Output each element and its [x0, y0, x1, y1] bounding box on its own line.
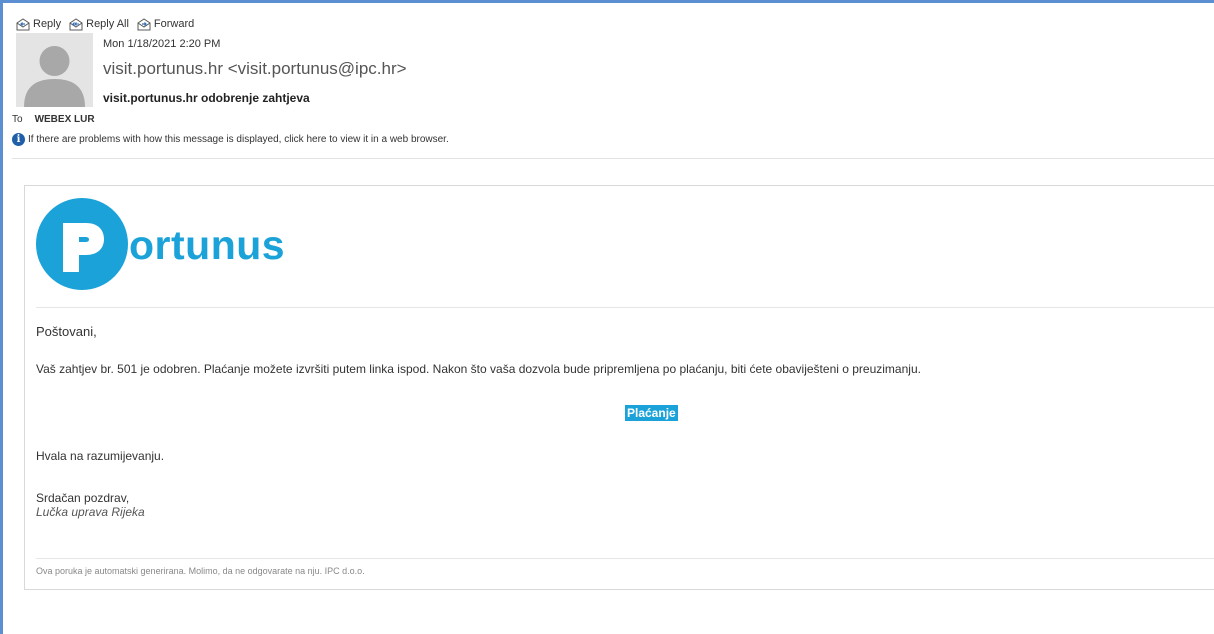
message-actions: Reply Reply All Forward — [16, 16, 202, 32]
footer-divider — [36, 558, 1214, 559]
window-frame-top — [0, 0, 1214, 3]
auto-generated-notice: Ova poruka je automatski generirana. Mol… — [36, 566, 365, 576]
portunus-p-logo-icon — [36, 198, 128, 290]
info-icon: i — [12, 133, 25, 146]
logo-text: ortunus — [129, 221, 286, 268]
forward-label: Forward — [153, 18, 195, 30]
reply-all-button[interactable]: Reply All — [69, 17, 129, 31]
forward-button[interactable]: Forward — [137, 17, 195, 31]
reply-label: Reply — [33, 18, 62, 30]
email-body-card: ortunus Poštovani, Vaš zahtjev br. 501 j… — [24, 185, 1214, 590]
display-problem-infobar[interactable]: i If there are problems with how this me… — [12, 133, 449, 146]
reply-all-icon — [69, 17, 83, 30]
reply-all-label: Reply All — [86, 18, 129, 30]
sender-avatar — [16, 33, 93, 107]
message-body: Vaš zahtjev br. 501 je odobren. Plaćanje… — [36, 362, 921, 376]
window-frame-left — [0, 0, 3, 634]
greeting: Poštovani, — [36, 324, 97, 339]
message-date: Mon 1/18/2021 2:20 PM — [103, 38, 221, 50]
header-divider — [12, 158, 1214, 159]
message-subject: visit.portunus.hr odobrenje zahtjeva — [103, 91, 310, 105]
thanks-line: Hvala na razumijevanju. — [36, 449, 165, 463]
signature: Lučka uprava Rijeka — [36, 505, 145, 519]
logo-divider — [36, 307, 1214, 308]
person-silhouette-icon — [16, 33, 93, 107]
portunus-logo: ortunus — [36, 198, 285, 290]
to-label: To — [12, 114, 23, 125]
reply-button[interactable]: Reply — [16, 17, 62, 31]
reply-icon — [16, 17, 30, 30]
recipient-line: To WEBEX LUR — [12, 114, 95, 125]
forward-icon — [137, 17, 151, 30]
sender-address[interactable]: visit.portunus.hr <visit.portunus@ipc.hr… — [103, 59, 407, 79]
closing-line: Srdačan pozdrav, — [36, 491, 130, 505]
payment-link[interactable]: Plaćanje — [625, 405, 678, 421]
infobar-text: If there are problems with how this mess… — [28, 134, 449, 145]
recipient-name[interactable]: WEBEX LUR — [35, 114, 95, 125]
